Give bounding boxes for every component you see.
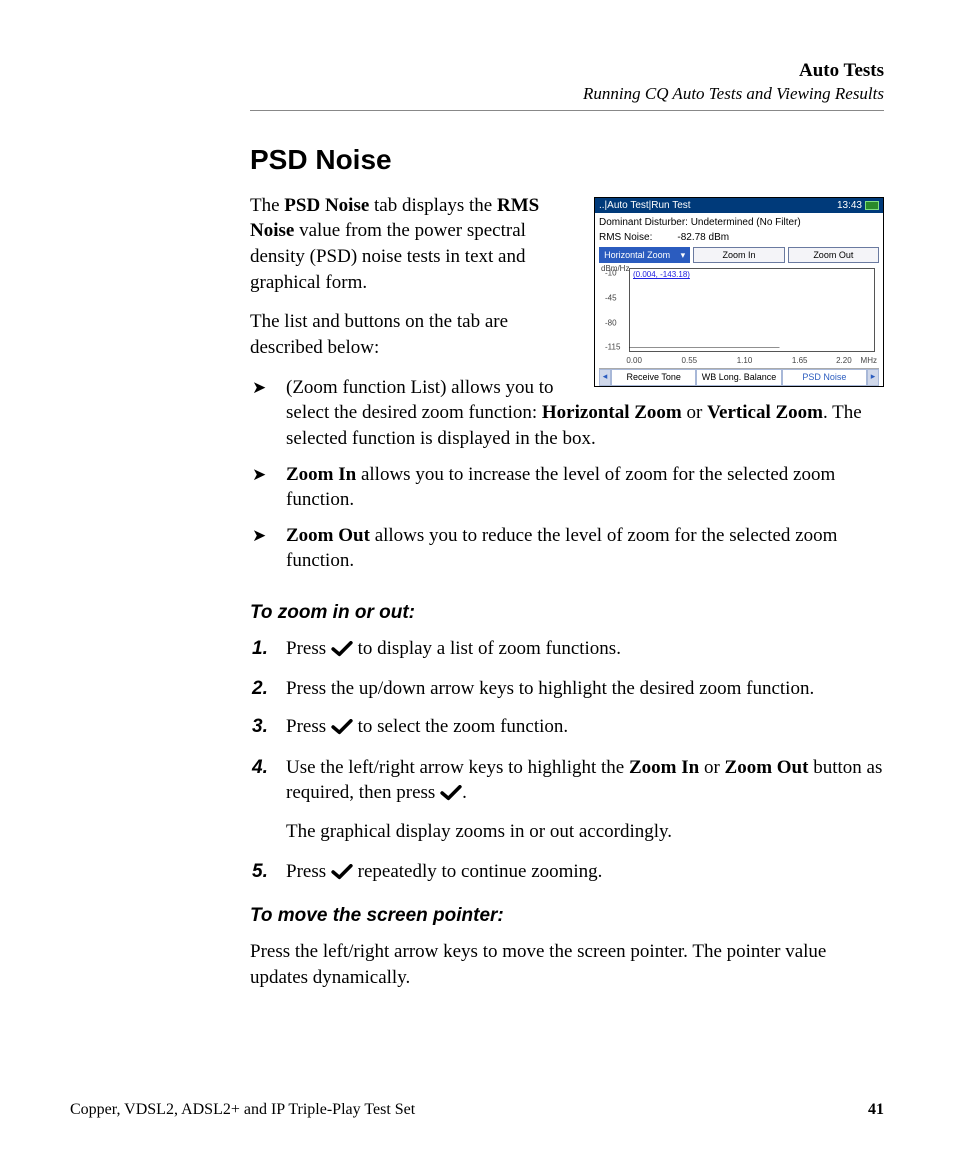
page-header-title: Auto Tests [250,60,884,82]
y-tick: -45 [605,294,617,305]
psd-graph: dBm/Hz -10 -45 -80 -115 (0.004, -143.18)… [601,266,877,366]
header-rule [250,110,884,111]
zoom-select-label: Horizontal Zoom [604,250,670,260]
bullet-zoom-out: Zoom Out allows you to reduce the level … [250,523,884,574]
x-axis-unit: MHz [861,356,877,367]
zoom-function-select[interactable]: Horizontal Zoom ▾ [599,247,690,263]
zoom-out-button[interactable]: Zoom Out [788,247,879,263]
move-pointer-text: Press the left/right arrow keys to move … [250,939,884,990]
step-1: 1 Press to display a list of zoom functi… [250,636,884,665]
footer-product-name: Copper, VDSL2, ADSL2+ and IP Triple-Play… [70,1101,415,1119]
rms-label: RMS Noise: [599,232,652,243]
check-icon [331,862,353,888]
subhead-move-pointer: To move the screen pointer: [250,903,884,929]
rms-value: -82.78 dBm [677,232,729,243]
dominant-disturber-row: Dominant Disturber: Undetermined (No Fil… [599,216,879,230]
device-screenshot: ..|Auto Test|Run Test 13:43 Dominant Dis… [594,197,884,387]
check-icon [331,639,353,665]
noise-trace: ⎯⎯⎯⎯⎯⎯⎯⎯⎯⎯⎯⎯⎯⎯⎯⎯⎯⎯⎯⎯⎯⎯⎯⎯⎯⎯⎯⎯⎯⎯⎯⎯⎯⎯⎯⎯⎯⎯⎯⎯… [629,344,875,352]
x-tick: 0.00 [626,356,642,367]
y-tick: -115 [605,343,620,354]
battery-icon [865,201,879,210]
section-heading: PSD Noise [250,141,884,179]
check-icon [440,783,462,809]
step-4: 4 Use the left/right arrow keys to highl… [250,755,884,845]
y-tick: -80 [605,319,617,330]
y-tick: -10 [605,269,617,280]
cursor-coord: (0.004, -143.18) [633,270,690,281]
rms-noise-row: RMS Noise: -82.78 dBm [599,231,879,245]
zoom-in-button[interactable]: Zoom In [693,247,784,263]
step-5: 5 Press repeatedly to continue zooming. [250,859,884,888]
x-tick: 0.55 [682,356,698,367]
step-3: 3 Press to select the zoom function. [250,714,884,743]
page-header-subtitle: Running CQ Auto Tests and Viewing Result… [250,84,884,104]
page-number: 41 [868,1101,884,1119]
subhead-zoom: To zoom in or out: [250,600,884,626]
screenshot-breadcrumb: ..|Auto Test|Run Test [599,199,691,213]
check-icon [331,717,353,743]
screenshot-titlebar: ..|Auto Test|Run Test 13:43 [595,198,883,214]
x-tick: 1.10 [737,356,753,367]
x-tick: 1.65 [792,356,808,367]
step-2: 2 Press the up/down arrow keys to highli… [250,676,884,702]
screenshot-time: 13:43 [837,199,862,213]
bullet-zoom-in: Zoom In allows you to increase the level… [250,462,884,513]
chevron-down-icon: ▾ [681,250,686,260]
step-4-note: The graphical display zooms in or out ac… [286,819,884,845]
bullet-zoom-list: (Zoom function List) allows you to selec… [250,375,884,452]
x-tick: 2.20 [836,356,852,367]
